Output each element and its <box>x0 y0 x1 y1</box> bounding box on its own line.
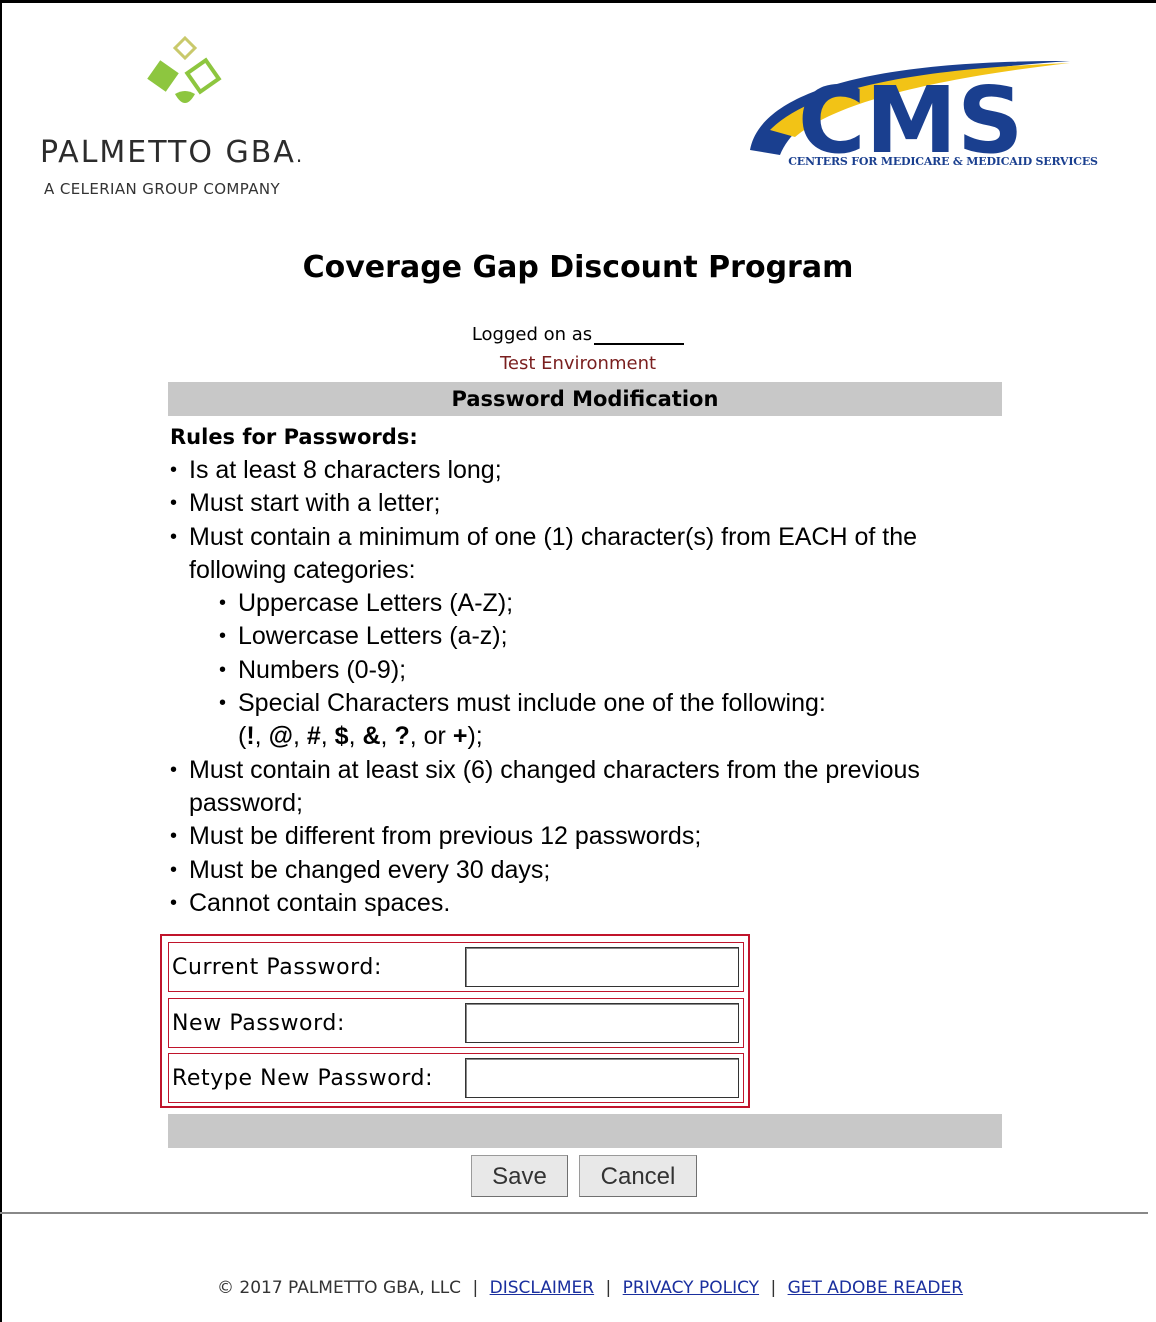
password-rules-list: Is at least 8 characters long; Must star… <box>166 454 1026 920</box>
rule-text: Must contain at least six (6) changed ch… <box>189 755 920 784</box>
rule-item: Cannot contain spaces. <box>166 887 1026 921</box>
page-title: Coverage Gap Discount Program <box>302 250 854 285</box>
current-password-input[interactable] <box>465 947 739 987</box>
palmetto-gba-tagline: A CELERIAN GROUP COMPANY <box>44 180 281 198</box>
page-footer: © 2017 PALMETTO GBA, LLC | DISCLAIMER | … <box>0 1278 1156 1298</box>
page-divider <box>0 1212 1148 1214</box>
palmetto-leaf-icon <box>147 35 222 103</box>
rule-item: Must contain at least six (6) changed ch… <box>166 754 1026 821</box>
rule-item: Must contain a minimum of one (1) charac… <box>166 521 1026 588</box>
sub-rule-item: Numbers (0-9); <box>166 654 1026 688</box>
disclaimer-link[interactable]: DISCLAIMER <box>490 1278 595 1298</box>
rule-text: Must contain a minimum of one (1) charac… <box>189 522 918 551</box>
cms-swoosh-icon: CMS <box>750 60 1070 165</box>
footer-separator: | <box>605 1278 612 1298</box>
cms-logo: CMS CENTERS FOR MEDICARE & MEDICAID SERV… <box>740 55 1130 200</box>
logged-on-line: Logged on as <box>0 324 1156 345</box>
save-button[interactable]: Save <box>471 1155 568 1197</box>
window-left-border <box>0 0 2 1322</box>
new-password-input[interactable] <box>465 1003 739 1043</box>
retype-password-label: Retype New Password: <box>172 1066 434 1091</box>
logged-on-label: Logged on as <box>471 324 593 345</box>
rule-item: Must start with a letter; <box>166 487 1026 521</box>
rule-text: following categories: <box>189 555 416 584</box>
new-password-label: New Password: <box>172 1011 345 1036</box>
cms-tagline: CENTERS FOR MEDICARE & MEDICAID SERVICES <box>788 155 1098 168</box>
cms-letters: CMS <box>798 67 1023 165</box>
sub-rule-item: Uppercase Letters (A-Z); <box>166 587 1026 621</box>
cancel-button[interactable]: Cancel <box>579 1155 697 1197</box>
password-form: Current Password: New Password: Retype N… <box>160 934 750 1108</box>
retype-password-input[interactable] <box>465 1058 739 1098</box>
section-header: Password Modification <box>168 382 1002 416</box>
environment-label: Test Environment <box>499 353 657 374</box>
rule-item: Is at least 8 characters long; <box>166 454 1026 488</box>
form-footer-bar <box>168 1114 1002 1148</box>
rule-text: password; <box>189 788 303 817</box>
copyright-text: © 2017 PALMETTO GBA, LLC <box>216 1278 462 1298</box>
window-top-border <box>0 0 1156 3</box>
current-password-row: Current Password: <box>168 942 744 992</box>
special-characters-list: (!, @, #, $, &, ?, or +); <box>238 722 483 751</box>
rules-heading: Rules for Passwords: <box>170 425 418 449</box>
retype-password-row: Retype New Password: <box>168 1053 744 1103</box>
palmetto-gba-name: PALMETTO GBA. <box>40 135 305 170</box>
username-blank <box>594 327 685 345</box>
rule-item: Must be changed every 30 days; <box>166 854 1026 888</box>
sub-rule-item: Special Characters must include one of t… <box>166 687 1026 721</box>
palmetto-gba-logo: PALMETTO GBA. A CELERIAN GROUP COMPANY <box>40 30 370 210</box>
get-adobe-reader-link[interactable]: GET ADOBE READER <box>788 1278 963 1298</box>
footer-separator: | <box>770 1278 777 1298</box>
footer-separator: | <box>472 1278 479 1298</box>
new-password-row: New Password: <box>168 998 744 1048</box>
sub-rule-item: Lowercase Letters (a-z); <box>166 620 1026 654</box>
current-password-label: Current Password: <box>172 955 382 980</box>
rule-item: Must be different from previous 12 passw… <box>166 820 1026 854</box>
privacy-policy-link[interactable]: PRIVACY POLICY <box>623 1278 759 1298</box>
